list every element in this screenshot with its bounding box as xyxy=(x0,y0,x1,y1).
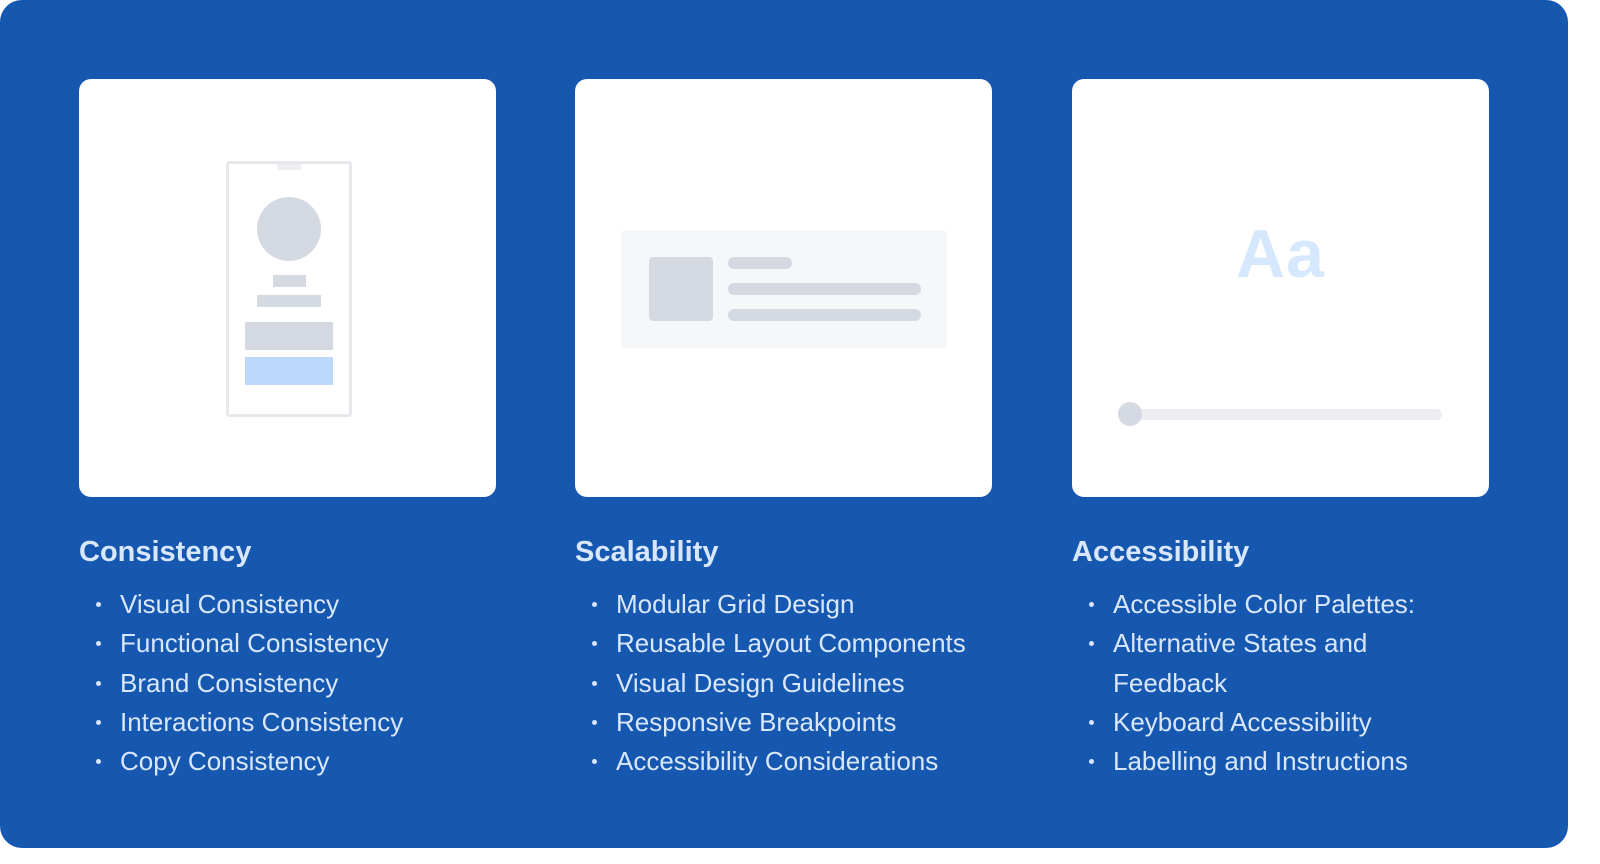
consistency-illustration-card xyxy=(79,79,496,497)
accessibility-illustration-card: Aa xyxy=(1072,79,1489,497)
list-item: Visual Consistency xyxy=(79,585,500,624)
list-item: Functional Consistency xyxy=(79,624,500,663)
phone-wireframe xyxy=(226,161,352,417)
bullet-icon xyxy=(592,680,597,686)
list-item: Copy Consistency xyxy=(79,742,500,781)
content-block-placeholder xyxy=(245,322,333,350)
list-item: Keyboard Accessibility xyxy=(1072,703,1493,742)
bullet-icon xyxy=(96,759,101,765)
bullet-icon xyxy=(592,602,597,607)
scalability-section: Scalability Modular Grid Design Reusable… xyxy=(575,530,1005,781)
bullet-icon xyxy=(592,719,597,725)
type-sample: Aa xyxy=(1236,216,1325,292)
list-tile-wireframe xyxy=(621,230,947,348)
phone-notch xyxy=(277,164,301,170)
list-item: Labelling and Instructions xyxy=(1072,742,1493,781)
list-item: Visual Design Guidelines xyxy=(575,664,996,703)
section-title: Consistency xyxy=(79,536,252,568)
bullet-icon xyxy=(592,759,597,765)
name-placeholder xyxy=(273,275,306,287)
consistency-section: Consistency Visual Consistency Functiona… xyxy=(79,530,509,781)
list-item: Accessibility Considerations xyxy=(575,742,996,781)
button-placeholder xyxy=(245,357,333,385)
bullet-icon xyxy=(1089,602,1094,607)
bullet-icon xyxy=(96,641,101,647)
scalability-illustration-card xyxy=(575,79,992,497)
bullet-list: Accessible Color Palettes: Alternative S… xyxy=(1072,585,1502,781)
subtitle-placeholder xyxy=(257,295,321,307)
list-item: Interactions Consistency xyxy=(79,703,500,742)
text-line-placeholder xyxy=(728,309,921,321)
bullet-list: Modular Grid Design Reusable Layout Comp… xyxy=(575,585,1005,781)
text-line-placeholder xyxy=(728,283,921,295)
accessibility-section: Accessibility Accessible Color Palettes:… xyxy=(1072,530,1502,781)
list-item: Responsive Breakpoints xyxy=(575,703,996,742)
design-principles-panel: Aa Consistency Visual Consistency Functi… xyxy=(0,0,1568,848)
avatar-placeholder xyxy=(257,197,321,261)
bullet-icon xyxy=(1089,719,1094,725)
list-item: Alternative States and Feedback xyxy=(1072,624,1423,703)
title-line-placeholder xyxy=(728,257,792,269)
thumbnail-placeholder xyxy=(649,257,713,321)
bullet-icon xyxy=(1089,641,1094,647)
bullet-icon xyxy=(96,602,101,607)
bullet-icon xyxy=(96,719,101,725)
list-item: Modular Grid Design xyxy=(575,585,996,624)
bullet-icon xyxy=(1089,759,1094,765)
list-item: Brand Consistency xyxy=(79,664,500,703)
section-title: Accessibility xyxy=(1072,536,1250,568)
list-item: Reusable Layout Components xyxy=(575,624,996,663)
text-size-slider-thumb[interactable] xyxy=(1118,402,1142,426)
list-item: Accessible Color Palettes: xyxy=(1072,585,1493,624)
text-size-slider-track[interactable] xyxy=(1124,409,1442,420)
bullet-icon xyxy=(592,641,597,647)
bullet-list: Visual Consistency Functional Consistenc… xyxy=(79,585,509,781)
bullet-icon xyxy=(96,680,101,686)
section-title: Scalability xyxy=(575,536,719,568)
